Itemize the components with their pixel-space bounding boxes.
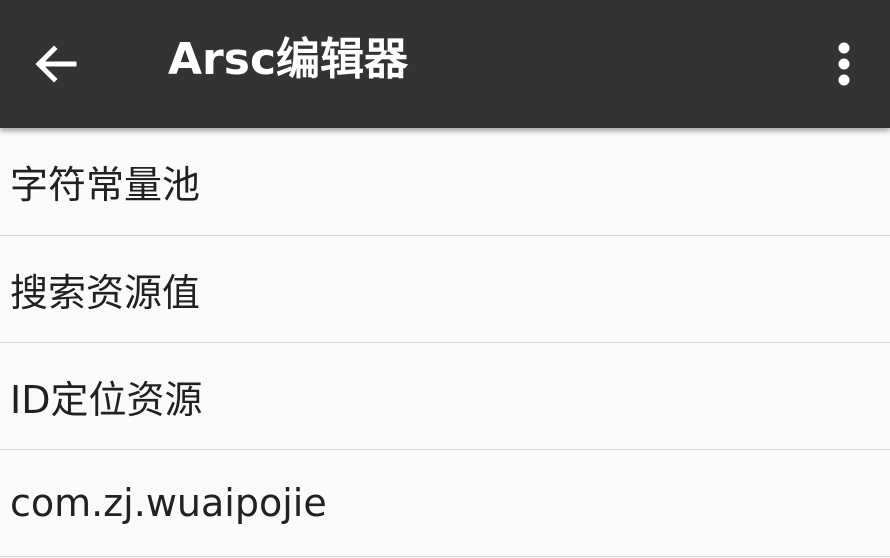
- list-item-label: com.zj.wuaipojie: [10, 481, 327, 525]
- more-vertical-icon: [838, 42, 850, 86]
- list-item-label: 搜索资源值: [10, 270, 201, 315]
- arrow-left-icon: [35, 45, 77, 83]
- list-item-label: ID定位资源: [10, 377, 203, 422]
- list-item-package[interactable]: com.zj.wuaipojie: [0, 450, 890, 557]
- menu-list: 字符常量池 搜索资源值 ID定位资源 com.zj.wuaipojie: [0, 128, 890, 557]
- list-item-search-resource-value[interactable]: 搜索资源值: [0, 236, 890, 343]
- list-item-string-pool[interactable]: 字符常量池: [0, 128, 890, 236]
- app-window: Arsc编辑器 字符常量池 搜索资源值 ID定位资源 com.zj.wuaipo…: [0, 0, 890, 558]
- list-item-locate-resource-by-id[interactable]: ID定位资源: [0, 343, 890, 450]
- toolbar: Arsc编辑器: [0, 0, 890, 128]
- overflow-menu-button[interactable]: [810, 30, 878, 98]
- page-title: Arsc编辑器: [168, 34, 409, 85]
- back-button[interactable]: [22, 30, 90, 98]
- list-item-label: 字符常量池: [10, 163, 201, 207]
